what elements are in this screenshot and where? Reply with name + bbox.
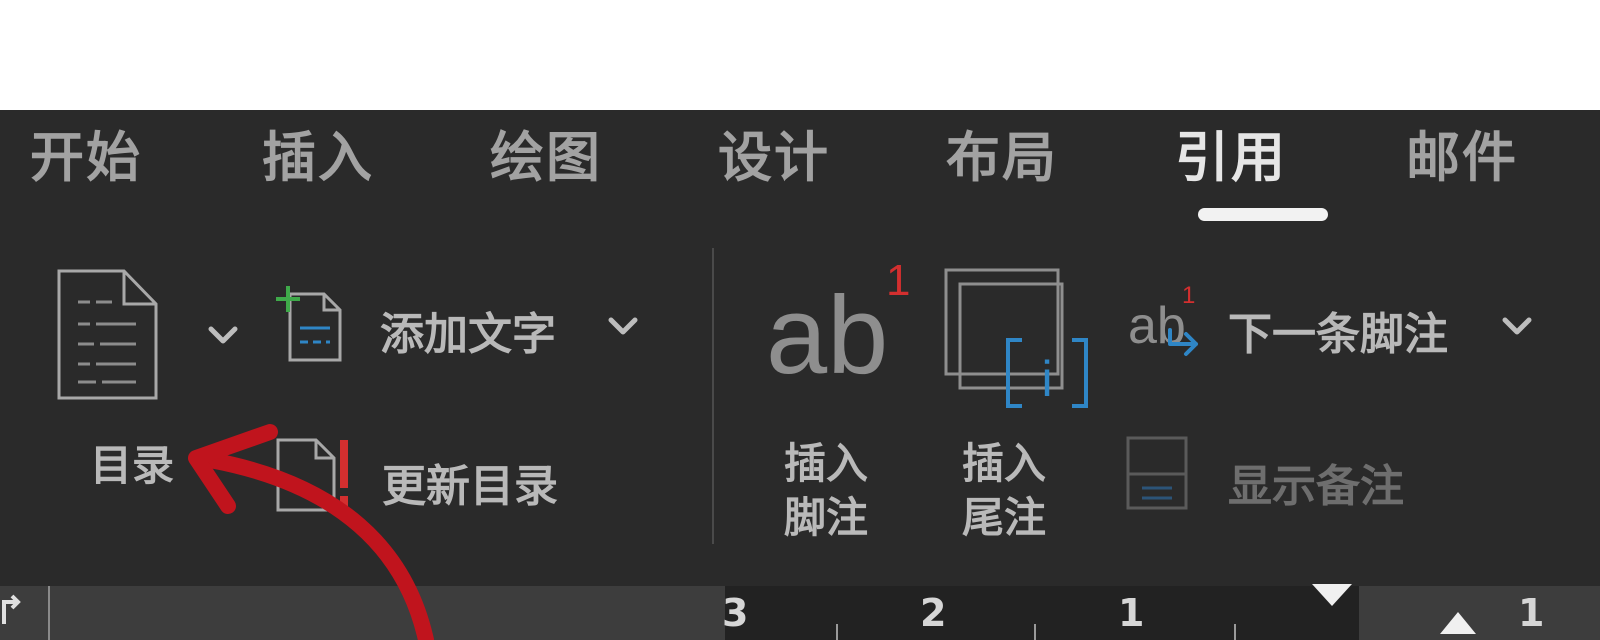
tab-mailings[interactable]: 邮件 — [1406, 118, 1518, 198]
active-tab-indicator — [1198, 208, 1328, 221]
insert-endnote-line1[interactable]: 插入 — [962, 430, 1046, 491]
next-footnote-icon[interactable]: ab 1 — [1128, 282, 1200, 366]
toc-label[interactable]: 目录 — [90, 432, 174, 493]
ruler-number: 1 — [1118, 591, 1145, 635]
next-footnote-label[interactable]: 下一条脚注 — [1228, 298, 1448, 362]
insert-endnote-line2[interactable]: 尾注 — [962, 484, 1046, 545]
insert-footnote-line1[interactable]: 插入 — [784, 430, 868, 491]
show-notes-icon[interactable] — [1126, 436, 1190, 512]
group-divider — [712, 248, 714, 544]
footnote-ab-icon[interactable]: ab 1 — [766, 256, 910, 392]
tab-layout[interactable]: 布局 — [946, 118, 1058, 198]
document-lines-icon[interactable] — [56, 268, 160, 402]
tab-stop-icon[interactable] — [0, 594, 24, 624]
ruler-number: 2 — [920, 591, 947, 635]
tab-home[interactable]: 开始 — [30, 118, 142, 198]
add-text-icon[interactable] — [276, 284, 346, 364]
toc-dropdown-chevron-icon[interactable] — [208, 325, 238, 345]
endnote-icon[interactable]: i — [944, 268, 1092, 410]
tab-draw[interactable]: 绘图 — [490, 118, 602, 198]
ruler-text-area[interactable] — [725, 586, 1359, 640]
show-notes-label[interactable]: 显示备注 — [1228, 450, 1404, 514]
ruler-number: 3 — [722, 591, 749, 635]
ruler-left-edge — [48, 586, 50, 640]
ruler-tick — [836, 624, 838, 640]
red-curved-arrow-icon — [188, 424, 434, 640]
tab-references[interactable]: 引用 — [1175, 118, 1287, 198]
tab-design[interactable]: 设计 — [718, 118, 830, 198]
first-line-indent-marker-icon[interactable] — [1310, 584, 1354, 608]
ruler-tick — [1234, 624, 1236, 640]
add-text-label[interactable]: 添加文字 — [380, 298, 556, 362]
ruler-number: 1 — [1518, 591, 1545, 635]
tab-insert[interactable]: 插入 — [262, 118, 374, 198]
add-text-chevron-icon[interactable] — [608, 316, 638, 336]
next-footnote-chevron-icon[interactable] — [1502, 316, 1532, 336]
hanging-indent-marker-icon[interactable] — [1436, 610, 1480, 640]
svg-text:i: i — [1041, 351, 1052, 407]
ruler-tick — [1034, 624, 1036, 640]
insert-footnote-line2[interactable]: 脚注 — [784, 484, 868, 545]
